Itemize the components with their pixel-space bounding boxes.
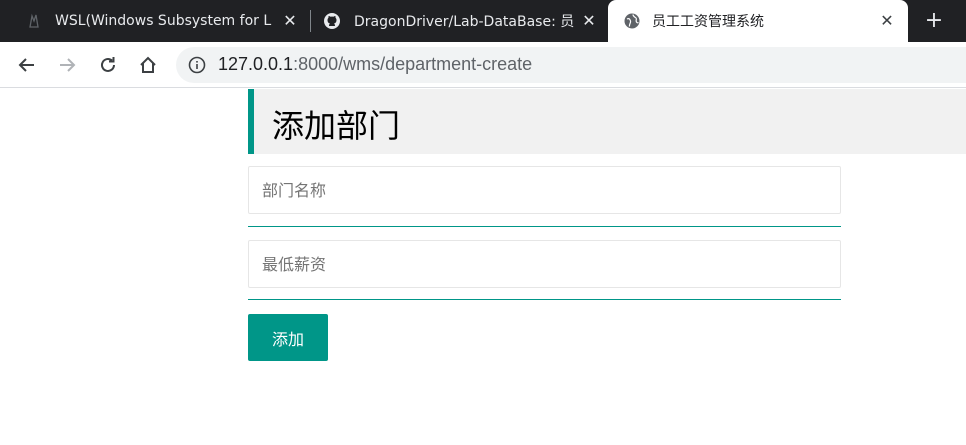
wsl-tux-icon — [29, 13, 39, 28]
info-icon[interactable] — [188, 56, 206, 74]
close-icon[interactable]: ✕ — [879, 13, 895, 29]
tab-github[interactable]: DragonDriver/Lab-DataBase: 员 ✕ — [311, 0, 607, 42]
home-button[interactable] — [136, 53, 160, 77]
browser-toolbar: 127.0.0.1:8000/wms/department-create — [0, 42, 966, 88]
field-underline — [248, 226, 841, 227]
reload-icon — [101, 57, 115, 72]
arrow-left-icon — [18, 58, 34, 72]
department-name-input[interactable] — [248, 166, 841, 214]
globe-icon — [624, 13, 640, 29]
github-icon — [324, 13, 340, 29]
close-icon[interactable]: ✕ — [581, 13, 597, 29]
page-content: 添加部门 添加 — [0, 89, 966, 445]
close-icon[interactable]: ✕ — [282, 13, 298, 29]
tab-wsl[interactable]: WSL(Windows Subsystem for L ✕ — [12, 0, 308, 42]
tab-strip: WSL(Windows Subsystem for L ✕ DragonDriv… — [0, 0, 966, 42]
field-underline — [248, 299, 841, 300]
new-tab-button[interactable]: + — [920, 8, 948, 36]
url-text[interactable]: 127.0.0.1:8000/wms/department-create — [218, 54, 532, 75]
arrow-right-icon — [60, 58, 76, 72]
url-host: 127.0.0.1 — [218, 54, 294, 74]
tab-title: 员工工资管理系统 — [652, 14, 764, 30]
tab-title: DragonDriver/Lab-DataBase: 员 — [354, 14, 575, 30]
address-bar[interactable]: 127.0.0.1:8000/wms/department-create — [176, 47, 966, 83]
home-icon — [140, 56, 156, 73]
url-path: :8000/wms/department-create — [293, 54, 533, 74]
tab-wage-system[interactable]: 员工工资管理系统 ✕ — [608, 0, 908, 42]
page-header: 添加部门 — [248, 89, 966, 154]
back-button[interactable] — [15, 53, 39, 77]
forward-button[interactable] — [55, 53, 79, 77]
min-salary-input[interactable] — [248, 240, 841, 288]
reload-button[interactable] — [96, 53, 120, 77]
page-title: 添加部门 — [272, 107, 401, 145]
tab-title: WSL(Windows Subsystem for L — [55, 13, 272, 29]
add-button[interactable]: 添加 — [248, 314, 328, 361]
